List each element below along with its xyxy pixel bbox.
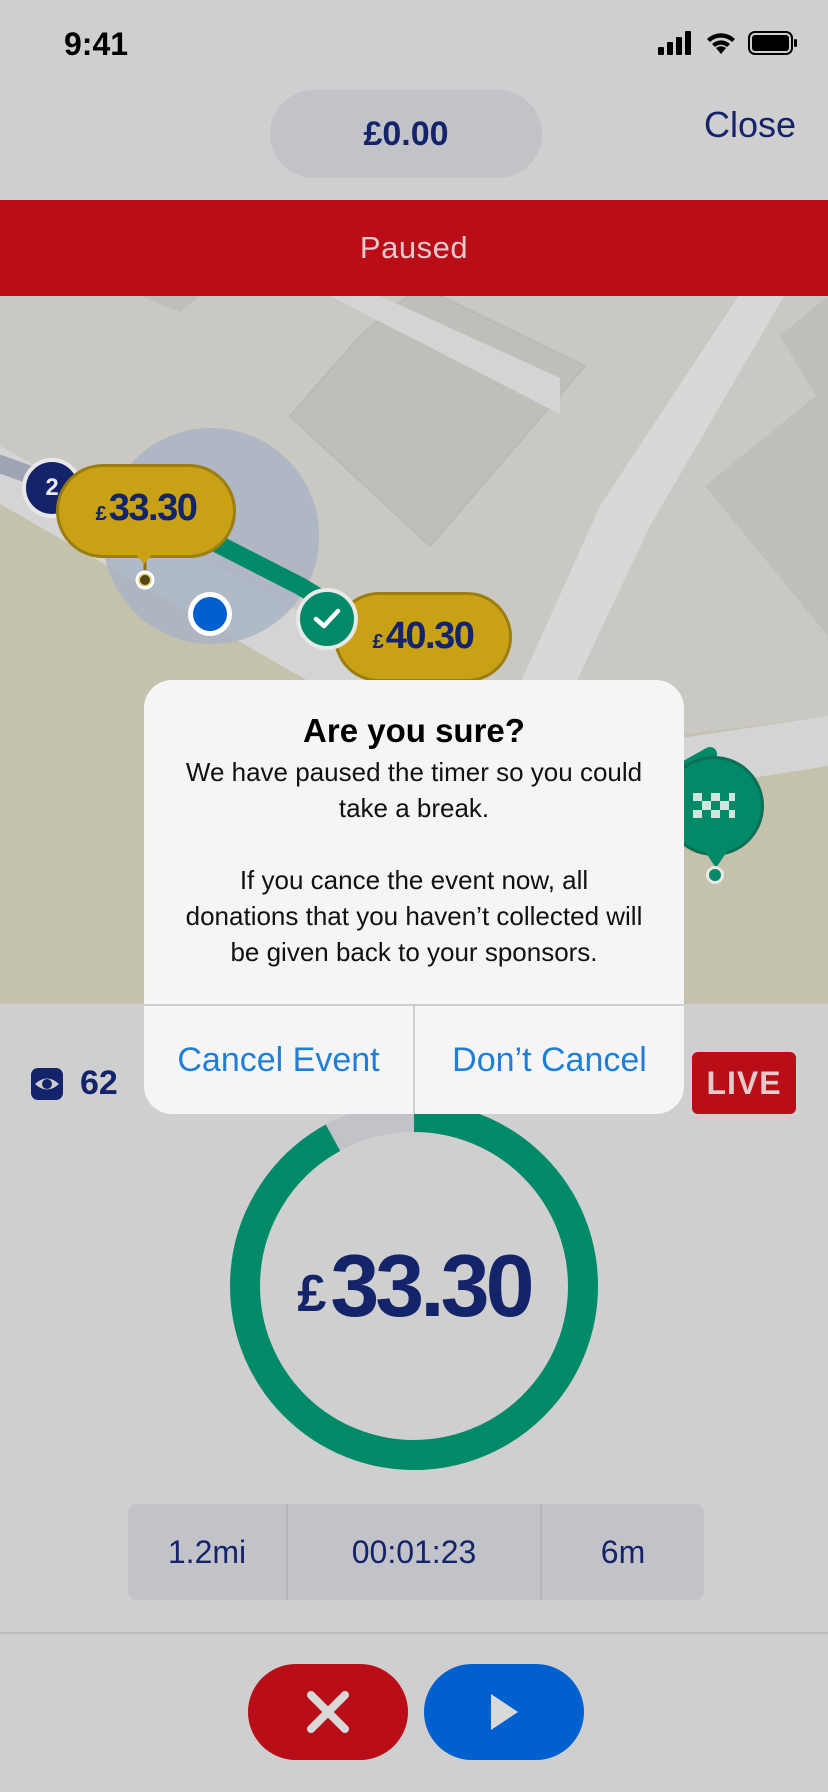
dialog-actions: Cancel Event Don’t Cancel bbox=[144, 1004, 684, 1114]
dialog-message-1: We have paused the timer so you could ta… bbox=[185, 757, 643, 823]
dialog-message: We have paused the timer so you could ta… bbox=[180, 754, 648, 970]
check-icon bbox=[313, 608, 341, 629]
dialog-message-2: If you cance the event now, all donation… bbox=[185, 865, 643, 967]
play-icon bbox=[491, 1694, 518, 1730]
ring-amount: £ 33.30 bbox=[230, 1102, 598, 1470]
status-time: 9:41 bbox=[64, 26, 129, 62]
close-icon bbox=[307, 1691, 349, 1733]
eye-icon bbox=[31, 1067, 63, 1100]
bubble-tail bbox=[134, 552, 154, 564]
stats-bar: 1.2mi 00:01:23 6m bbox=[128, 1504, 704, 1600]
distance-stat: 1.2mi bbox=[128, 1504, 288, 1600]
wifi-icon bbox=[707, 33, 735, 54]
paused-banner: Paused bbox=[0, 200, 828, 296]
status-icons bbox=[658, 30, 798, 56]
ring-value: 33.30 bbox=[330, 1236, 534, 1335]
ring-currency: £ bbox=[297, 1265, 327, 1323]
donation-bubble[interactable]: £ 40.30 bbox=[334, 592, 512, 682]
confirm-dialog: Are you sure? We have paused the timer s… bbox=[144, 680, 684, 1114]
flag-icon bbox=[693, 793, 735, 818]
bubble-currency: £ bbox=[95, 503, 107, 525]
dialog-title: Are you sure? bbox=[303, 712, 525, 749]
battery-icon bbox=[748, 31, 797, 55]
status-bar: 9:41 bbox=[0, 0, 828, 90]
live-badge: LIVE bbox=[692, 1052, 796, 1114]
donation-bubble[interactable]: £ 33.30 bbox=[56, 464, 236, 558]
balance-pill: £0.00 bbox=[270, 90, 542, 178]
bubble-amount: 40.30 bbox=[385, 615, 475, 657]
resume-button[interactable] bbox=[424, 1664, 584, 1760]
dont-cancel-button[interactable]: Don’t Cancel bbox=[413, 1006, 684, 1114]
elapsed-time-stat: 00:01:23 bbox=[288, 1504, 542, 1600]
remaining-time-stat: 6m bbox=[600, 1533, 646, 1570]
paused-label: Paused bbox=[359, 230, 469, 265]
cancel-event-button[interactable]: Cancel Event bbox=[144, 1006, 413, 1114]
divider bbox=[0, 1632, 828, 1634]
close-button[interactable]: Close bbox=[704, 104, 796, 146]
bubble-amount: 33.30 bbox=[108, 487, 198, 529]
viewer-count: 62 bbox=[80, 1064, 118, 1102]
bubble-currency: £ bbox=[372, 631, 384, 653]
finish-marker-dot bbox=[706, 866, 724, 884]
checkpoint-badge[interactable] bbox=[296, 588, 358, 650]
donation-progress-ring: £ 33.30 bbox=[230, 1102, 598, 1470]
stop-button[interactable] bbox=[248, 1664, 408, 1760]
signal-icon bbox=[658, 31, 691, 55]
viewer-count-group: 62 bbox=[30, 1064, 118, 1103]
